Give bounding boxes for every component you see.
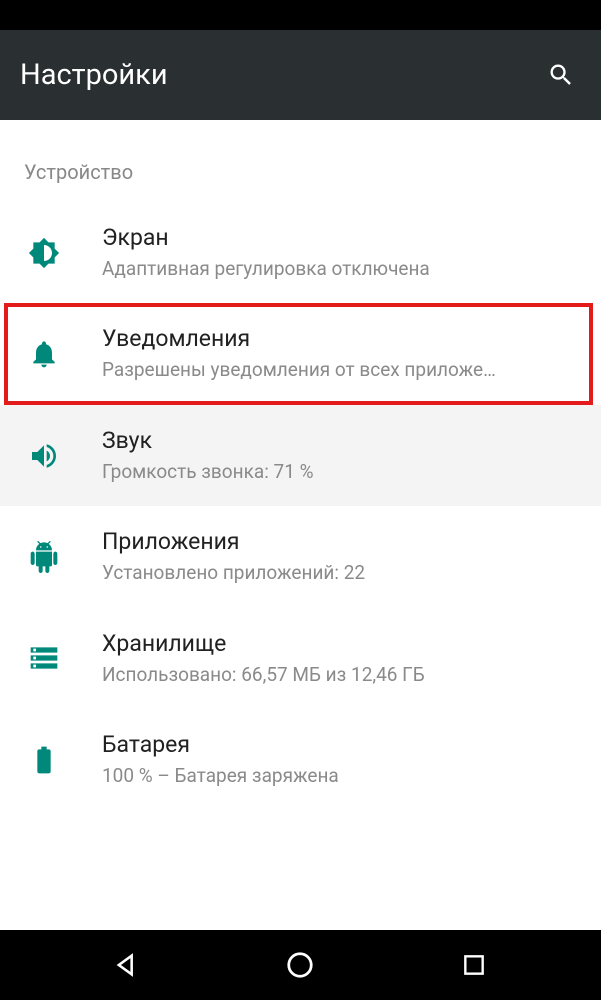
- item-subtitle: Громкость звонка: 71 %: [102, 460, 581, 485]
- app-bar: Настройки: [0, 30, 601, 120]
- storage-icon: [18, 642, 88, 674]
- status-bar: [0, 0, 601, 30]
- item-text: Уведомления Разрешены уведомления от все…: [88, 325, 581, 382]
- settings-item-display[interactable]: Экран Адаптивная регулировка отключена: [0, 202, 601, 303]
- item-title: Уведомления: [102, 325, 581, 354]
- item-subtitle: Адаптивная регулировка отключена: [102, 257, 581, 282]
- nav-back-button[interactable]: [87, 940, 167, 990]
- item-text: Экран Адаптивная регулировка отключена: [88, 224, 581, 281]
- item-title: Приложения: [102, 528, 581, 557]
- item-text: Батарея 100 % – Батарея заряжена: [88, 731, 581, 788]
- item-title: Звук: [102, 427, 581, 456]
- item-subtitle: Использовано: 66,57 МБ из 12,46 ГБ: [102, 663, 581, 688]
- item-text: Хранилище Использовано: 66,57 МБ из 12,4…: [88, 630, 581, 687]
- android-icon: [18, 541, 88, 573]
- item-subtitle: 100 % – Батарея заряжена: [102, 764, 581, 789]
- section-header-device: Устройство: [0, 146, 601, 202]
- settings-item-sound[interactable]: Звук Громкость звонка: 71 %: [0, 405, 601, 506]
- bell-icon: [18, 338, 88, 370]
- spacer: [0, 120, 601, 146]
- square-recent-icon: [461, 952, 487, 978]
- navigation-bar: [0, 930, 601, 1000]
- brightness-icon: [18, 237, 88, 269]
- item-text: Звук Громкость звонка: 71 %: [88, 427, 581, 484]
- item-title: Экран: [102, 224, 581, 253]
- page-title: Настройки: [20, 58, 539, 92]
- volume-icon: [18, 440, 88, 472]
- search-icon: [547, 61, 575, 89]
- item-title: Хранилище: [102, 630, 581, 659]
- settings-item-notifications[interactable]: Уведомления Разрешены уведомления от все…: [0, 303, 601, 404]
- nav-home-button[interactable]: [260, 940, 340, 990]
- item-subtitle: Установлено приложений: 22: [102, 561, 581, 586]
- battery-icon: [18, 744, 88, 776]
- item-subtitle: Разрешены уведомления от всех приложе…: [102, 358, 581, 383]
- triangle-back-icon: [113, 951, 141, 979]
- settings-item-battery[interactable]: Батарея 100 % – Батарея заряжена: [0, 709, 601, 810]
- nav-recent-button[interactable]: [434, 940, 514, 990]
- circle-home-icon: [285, 950, 315, 980]
- item-text: Приложения Установлено приложений: 22: [88, 528, 581, 585]
- item-title: Батарея: [102, 731, 581, 760]
- settings-item-apps[interactable]: Приложения Установлено приложений: 22: [0, 506, 601, 607]
- search-button[interactable]: [539, 53, 583, 97]
- settings-item-storage[interactable]: Хранилище Использовано: 66,57 МБ из 12,4…: [0, 608, 601, 709]
